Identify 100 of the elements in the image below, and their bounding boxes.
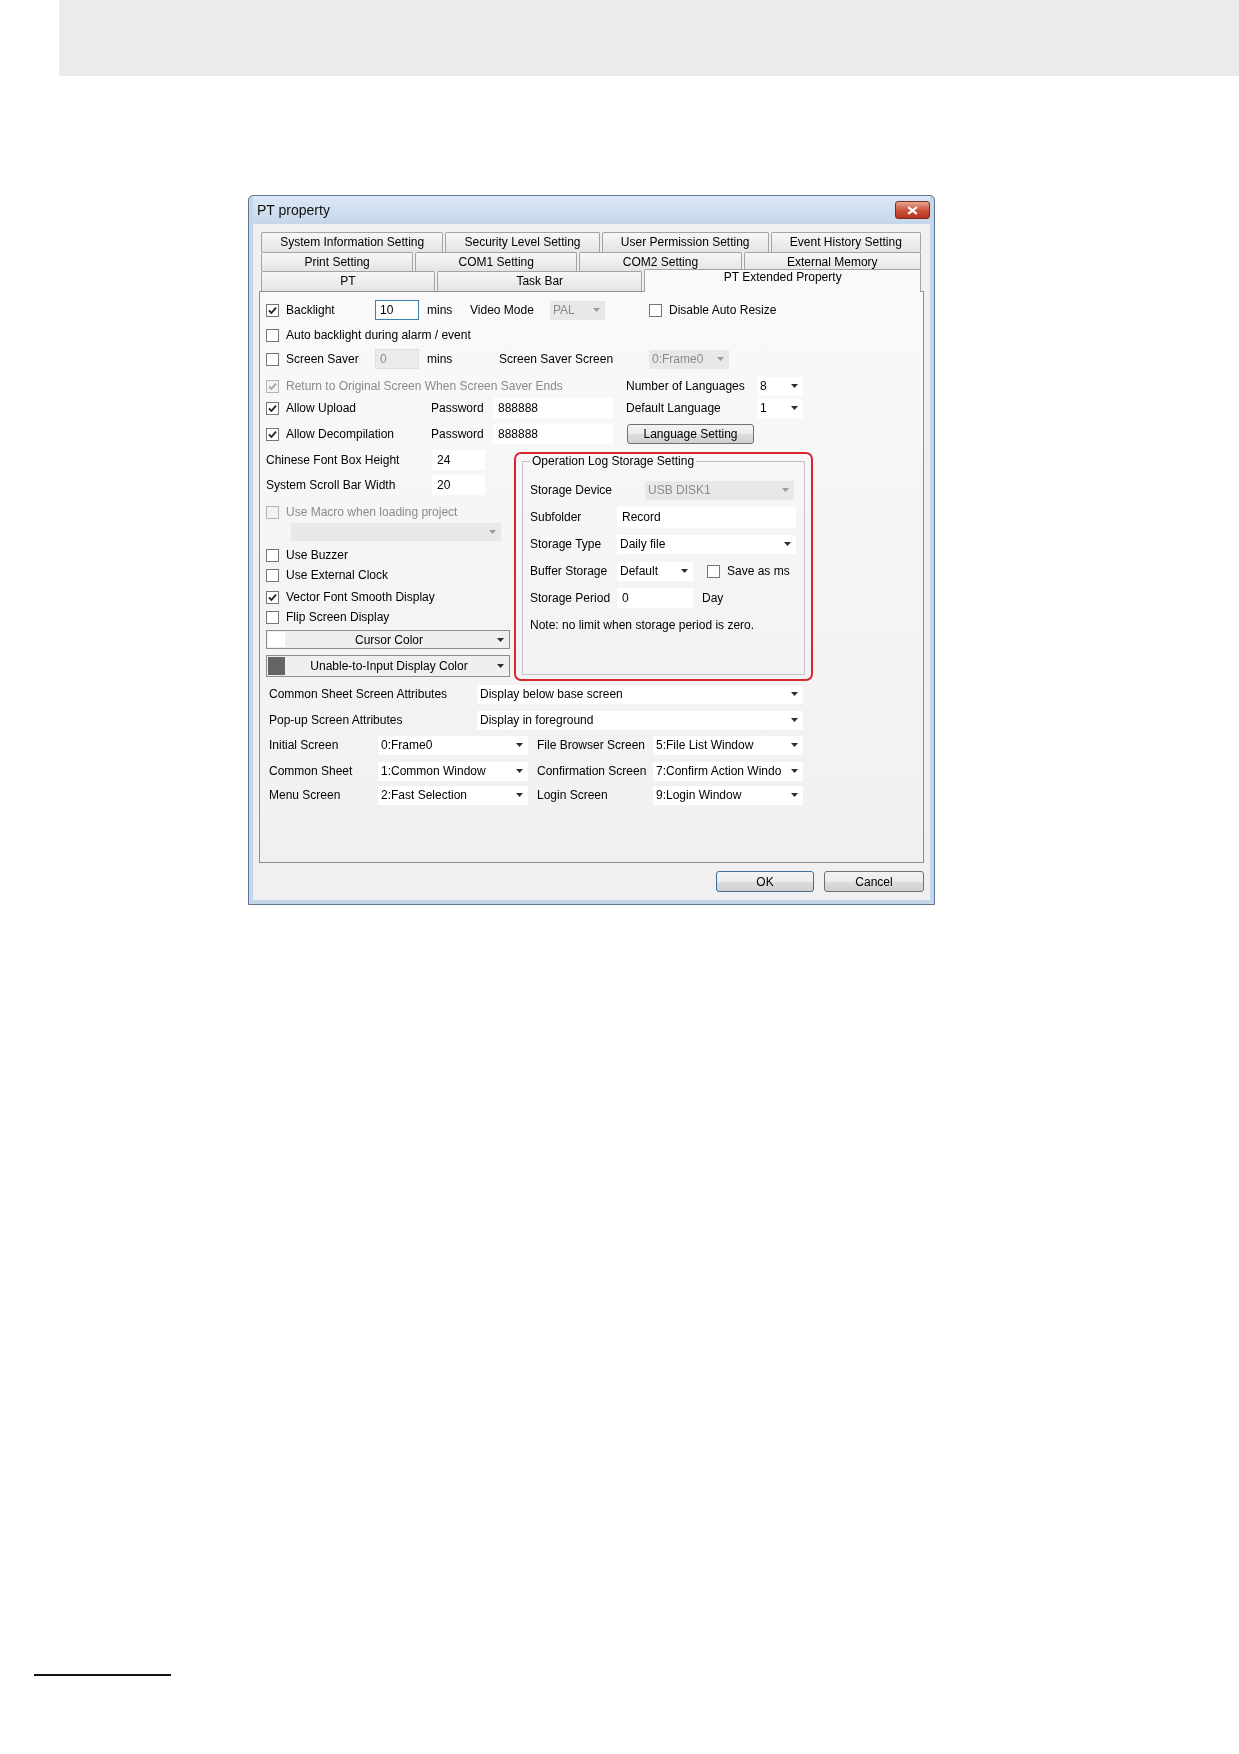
caret-icon: [791, 718, 798, 722]
dropdown[interactable]: Display below base screen: [477, 684, 803, 704]
checkbox-label: Use Buzzer: [286, 548, 349, 562]
unit-label: mins: [427, 352, 454, 366]
checkbox-label: Vector Font Smooth Display: [286, 590, 435, 604]
tab[interactable]: External Memory: [743, 252, 921, 271]
field-label: Storage Device: [530, 483, 614, 497]
unit-label: Day: [702, 591, 724, 605]
field-label: Password: [431, 427, 485, 441]
caret-icon: [791, 692, 798, 696]
field-label: Common Sheet Screen Attributes: [269, 687, 449, 701]
input-field[interactable]: 888888: [493, 398, 613, 418]
field-label: Buffer Storage: [530, 564, 609, 578]
field-label: File Browser Screen: [537, 738, 647, 752]
field-label: Storage Period: [530, 591, 612, 605]
field-label: Video Mode: [470, 303, 535, 317]
color-dropdown[interactable]: Cursor Color: [266, 630, 510, 649]
field-label: Confirmation Screen: [537, 764, 648, 778]
tab[interactable]: COM2 Setting: [579, 252, 742, 271]
color-dropdown[interactable]: Unable-to-Input Display Color: [266, 655, 510, 677]
checkbox-label: Flip Screen Display: [286, 610, 390, 624]
checkbox-label: Return to Original Screen When Screen Saver Ends: [286, 379, 563, 393]
checkbox-label: Allow Upload: [286, 401, 357, 415]
input-field[interactable]: 24: [432, 450, 485, 470]
cancel-button[interactable]: Cancel: [824, 871, 924, 892]
checkbox[interactable]: [649, 303, 662, 317]
caret-icon: [593, 308, 600, 312]
input-field[interactable]: 10: [375, 300, 419, 320]
input-field[interactable]: 888888: [493, 424, 613, 444]
tab[interactable]: Event History Setting: [770, 232, 921, 252]
dropdown[interactable]: 1: [757, 398, 803, 418]
field-label: Number of Languages: [626, 379, 746, 393]
field-label: Subfolder: [530, 510, 583, 524]
caret-icon: [516, 769, 523, 773]
field-label: Menu Screen: [269, 788, 342, 802]
field-label: Screen Saver Screen: [499, 352, 615, 366]
caret-icon: [489, 530, 496, 534]
checkbox[interactable]: [266, 303, 279, 317]
caret-icon: [784, 542, 791, 546]
caret-icon: [717, 357, 724, 361]
checkbox-label: Allow Decompilation: [286, 427, 395, 441]
dropdown[interactable]: 2:Fast Selection: [378, 785, 528, 805]
caret-icon: [791, 384, 798, 388]
close-button[interactable]: [895, 201, 930, 219]
dropdown[interactable]: 1:Common Window: [378, 761, 528, 781]
caret-icon: [497, 664, 504, 668]
dropdown[interactable]: Daily file: [617, 534, 796, 554]
dropdown[interactable]: 7:Confirm Action Windo: [653, 761, 803, 781]
field-label: System Scroll Bar Width: [266, 478, 397, 492]
tab[interactable]: Security Level Setting: [445, 232, 600, 252]
caret-icon: [681, 569, 688, 573]
checkbox[interactable]: [266, 427, 279, 441]
input-field[interactable]: Record: [617, 506, 796, 528]
tab[interactable]: System Information Setting: [261, 232, 444, 252]
field-label: Common Sheet: [269, 764, 354, 778]
unit-label: mins: [427, 303, 454, 317]
tab[interactable]: User Permission Setting: [601, 232, 769, 252]
checkbox-label: Auto backlight during alarm / event: [286, 328, 471, 342]
caret-icon: [497, 637, 504, 642]
dropdown[interactable]: 9:Login Window: [653, 785, 803, 805]
field-label: Initial Screen: [269, 738, 340, 752]
tab[interactable]: Task Bar: [437, 271, 643, 291]
dropdown[interactable]: Display in foreground: [477, 710, 803, 730]
checkbox[interactable]: [266, 352, 279, 366]
checkbox[interactable]: [266, 568, 279, 582]
input-field[interactable]: 0: [617, 588, 693, 608]
checkbox[interactable]: [266, 401, 279, 415]
checkbox-label: Backlight: [286, 303, 335, 317]
field-label: Pop-up Screen Attributes: [269, 713, 404, 727]
input-field[interactable]: 20: [432, 475, 485, 495]
checkbox-label: Use Macro when loading project: [286, 505, 458, 519]
checkbox-label: Screen Saver: [286, 352, 359, 366]
ok-button[interactable]: OK: [716, 871, 814, 892]
checkbox[interactable]: [707, 564, 720, 578]
tab[interactable]: Print Setting: [261, 252, 414, 271]
tab[interactable]: COM1 Setting: [415, 252, 578, 271]
checkbox[interactable]: [266, 590, 279, 604]
caret-icon: [516, 793, 523, 797]
dropdown[interactable]: 8: [757, 376, 803, 396]
checkbox[interactable]: [266, 328, 279, 342]
checkbox[interactable]: [266, 548, 279, 562]
caret-icon: [782, 488, 789, 492]
tab[interactable]: PT Extended Property: [644, 269, 921, 292]
field-label: Login Screen: [537, 788, 609, 802]
field-label: Password: [431, 401, 485, 415]
tab[interactable]: PT: [261, 271, 436, 291]
checkbox-label: Save as ms: [727, 564, 790, 578]
checkbox[interactable]: [266, 610, 279, 624]
dropdown[interactable]: 0:Frame0: [378, 735, 528, 755]
caret-icon: [791, 406, 798, 410]
caret-icon: [791, 743, 798, 747]
close-icon: [907, 205, 918, 215]
dropdown[interactable]: Default: [617, 561, 693, 581]
window-title: PT property: [257, 202, 330, 218]
language-setting-button[interactable]: Language Setting: [627, 424, 754, 444]
caret-icon: [516, 743, 523, 747]
caret-icon: [791, 769, 798, 773]
caret-icon: [791, 793, 798, 797]
field-label: Default Language: [626, 401, 722, 415]
dropdown[interactable]: 5:File List Window: [653, 735, 803, 755]
